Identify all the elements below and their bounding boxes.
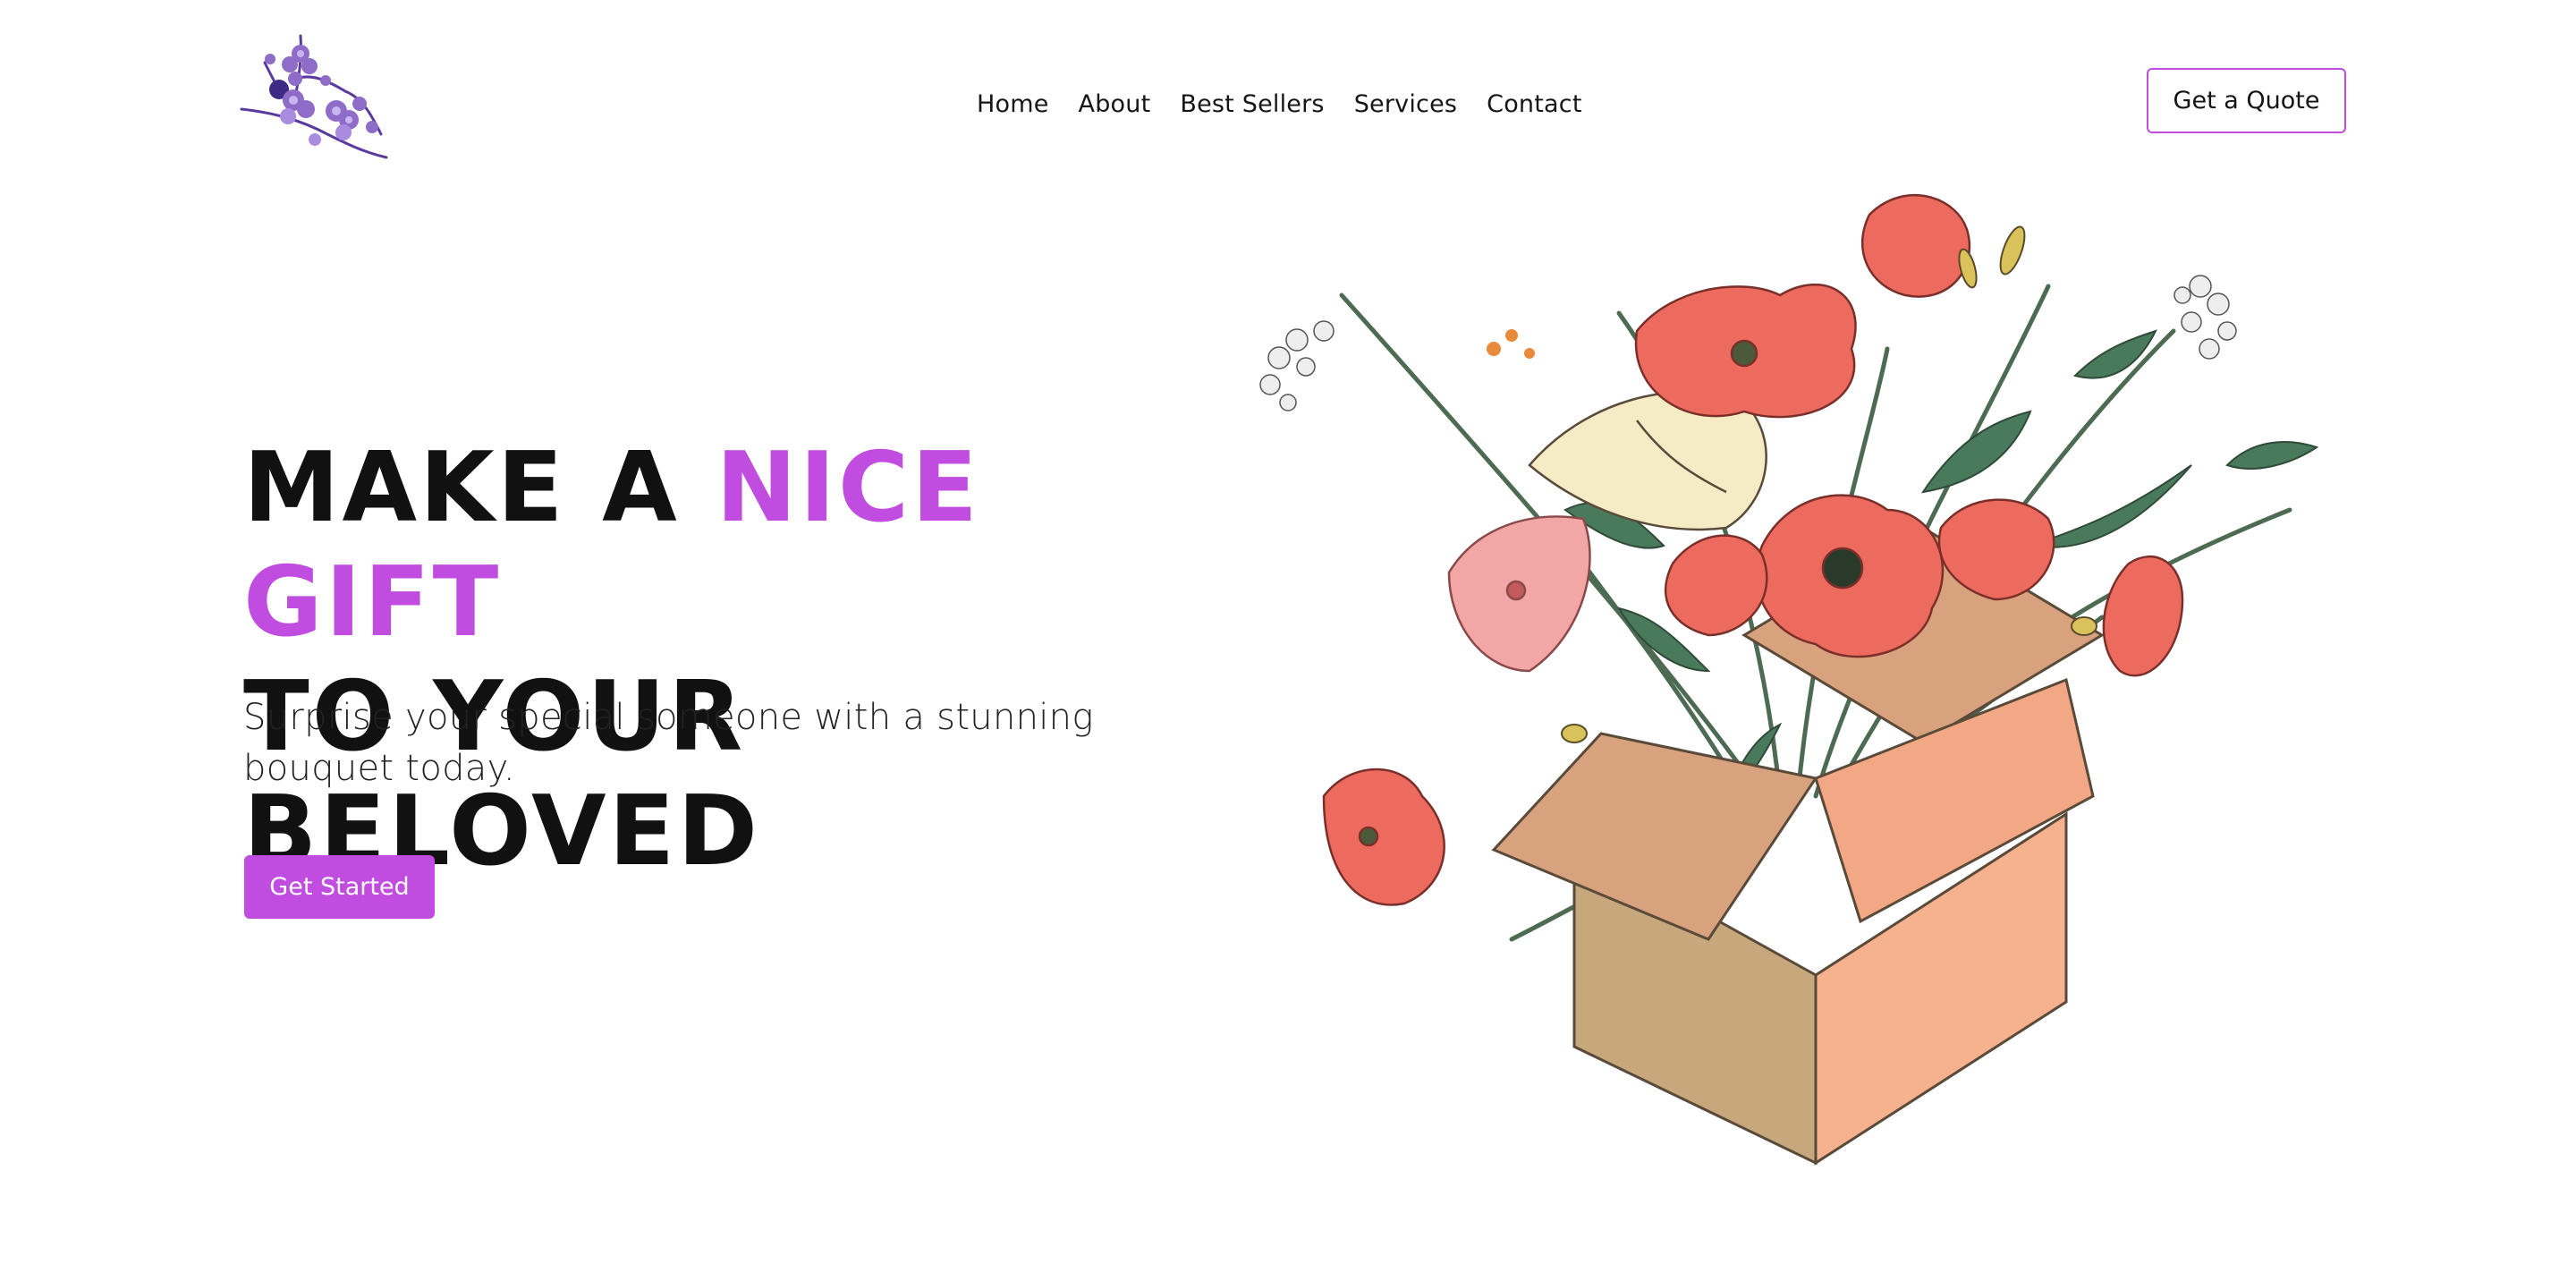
lilac-flower-sprig-icon[interactable] (238, 27, 395, 161)
main-nav: Home About Best Sellers Services Contact (977, 86, 1582, 122)
nav-contact[interactable]: Contact (1487, 90, 1581, 118)
hero-title: MAKE A NICE GIFT TO YOUR BELOVED (243, 431, 1227, 889)
get-a-quote-button[interactable]: Get a Quote (2147, 68, 2346, 133)
hero-subtitle: Surprise your special someone with a stu… (243, 697, 1094, 789)
hero-title-part1: MAKE A (243, 432, 716, 544)
nav-services[interactable]: Services (1354, 90, 1457, 118)
get-started-button[interactable]: Get Started (244, 855, 435, 919)
nav-home[interactable]: Home (977, 90, 1049, 118)
flower-bouquet-in-box-illustration (1259, 193, 2319, 1166)
nav-about[interactable]: About (1079, 90, 1151, 118)
nav-best-sellers[interactable]: Best Sellers (1180, 90, 1324, 118)
